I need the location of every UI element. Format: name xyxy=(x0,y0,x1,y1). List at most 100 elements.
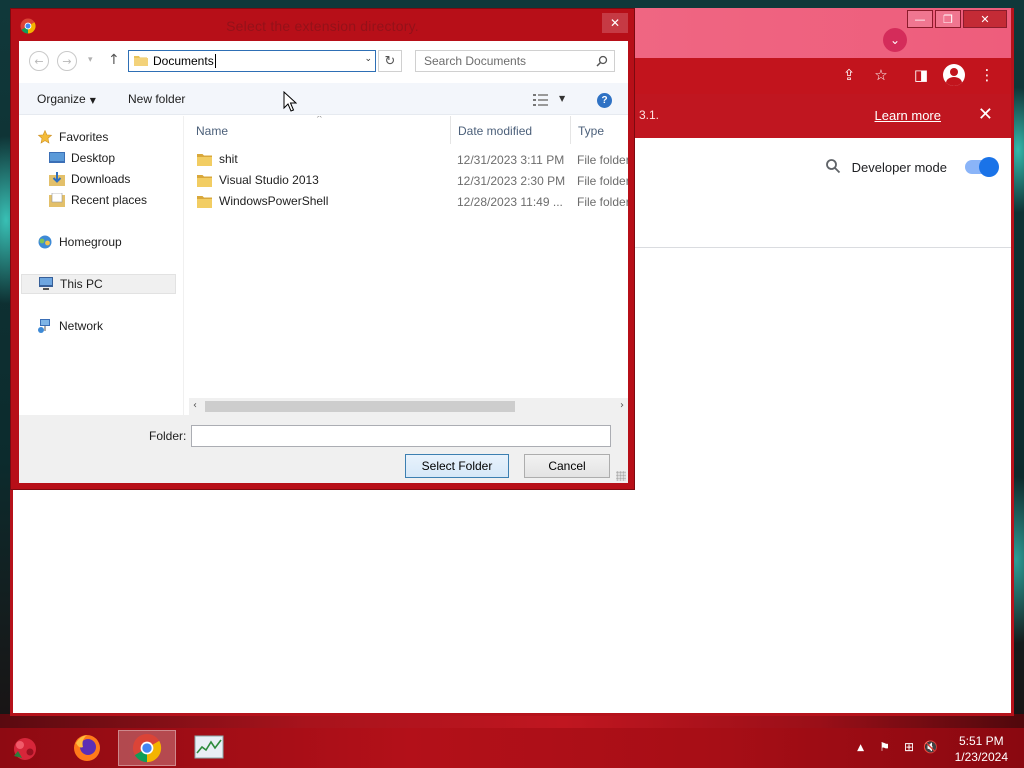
bookmark-star-icon[interactable]: ☆ xyxy=(871,66,891,84)
folder-icon xyxy=(197,153,212,166)
view-options-icon[interactable] xyxy=(533,94,549,106)
restore-button[interactable]: ❐ xyxy=(935,10,961,28)
firefox-icon xyxy=(74,735,100,761)
select-folder-button[interactable]: Select Folder xyxy=(405,454,509,478)
side-panel-icon[interactable]: ◨ xyxy=(911,66,931,84)
nav-item-desktop[interactable]: Desktop xyxy=(49,148,205,168)
select-folder-dialog: Select the extension directory. ✕ ← → ▾ … xyxy=(10,8,635,490)
volume-muted-icon[interactable]: 🔇 xyxy=(923,740,938,754)
up-arrow-icon[interactable]: ↑ xyxy=(108,52,120,68)
nav-item-homegroup[interactable]: Homegroup xyxy=(37,232,193,252)
minimize-button[interactable]: — xyxy=(907,10,933,28)
search-input[interactable]: Search Documents xyxy=(415,50,615,72)
profile-avatar-icon[interactable] xyxy=(943,64,965,86)
downloads-icon xyxy=(49,172,65,186)
infobar-text: 3.1. xyxy=(639,108,660,122)
back-arrow-icon[interactable]: ← xyxy=(29,51,49,71)
chrome-icon xyxy=(132,733,162,763)
nav-item-this-pc[interactable]: This PC xyxy=(21,274,176,294)
file-date: 12/28/2023 11:49 ... xyxy=(457,195,563,209)
file-type: File folder xyxy=(577,174,628,188)
table-row[interactable]: Visual Studio 2013 12/31/2023 2:30 PM Fi… xyxy=(189,170,628,191)
chevron-down-icon: ▼ xyxy=(89,96,96,105)
taskbar-firefox[interactable] xyxy=(58,730,116,766)
dialog-titlebar: Select the extension directory. ✕ xyxy=(11,9,634,39)
learn-more-link[interactable]: Learn more xyxy=(875,108,941,123)
flag-icon[interactable]: ⚑ xyxy=(879,740,890,754)
column-header-name[interactable]: Name ^ xyxy=(189,116,451,144)
developer-mode-toggle[interactable] xyxy=(965,157,999,177)
help-icon[interactable]: ? xyxy=(597,93,612,108)
folder-field-label: Folder: xyxy=(149,429,187,443)
nav-item-label: Homegroup xyxy=(59,235,122,249)
computer-icon xyxy=(39,277,53,290)
organize-label: Organize xyxy=(37,92,86,106)
file-name-cell: Visual Studio 2013 xyxy=(197,173,319,187)
scroll-right-icon[interactable]: › xyxy=(620,400,624,411)
share-icon[interactable]: ⇪ xyxy=(839,66,859,84)
taskbar: ▲ ⚑ ⊞ 🔇 5:51 PM 1/23/2024 xyxy=(0,728,1024,768)
nav-item-label: Favorites xyxy=(59,130,109,144)
scrollbar-thumb[interactable] xyxy=(205,401,515,412)
new-folder-button[interactable]: New folder xyxy=(128,92,185,106)
column-header-date-modified[interactable]: Date modified xyxy=(451,116,571,144)
dialog-close-button[interactable]: ✕ xyxy=(602,13,628,33)
navigation-row: ← → ▾ ↑ Documents ⌄ ↻ Search Documents xyxy=(19,41,628,83)
chevron-down-icon[interactable]: ▼ xyxy=(559,94,565,103)
column-header-label: Date modified xyxy=(458,124,533,138)
task-manager-icon xyxy=(194,735,224,759)
resize-grip-icon[interactable] xyxy=(616,471,626,481)
folder-icon xyxy=(197,195,212,208)
nav-item-label: Desktop xyxy=(71,151,116,165)
address-bar[interactable]: Documents ⌄ xyxy=(128,50,376,72)
recent-places-icon xyxy=(49,193,65,207)
search-icon[interactable] xyxy=(825,158,841,174)
text-caret xyxy=(214,54,216,68)
window-close-button[interactable]: ✕ xyxy=(963,10,1007,28)
refresh-icon[interactable]: ↻ xyxy=(378,50,402,72)
nav-item-downloads[interactable]: Downloads xyxy=(49,169,205,189)
command-bar: Organize ▼ New folder ▼ ? xyxy=(19,83,628,115)
recent-locations-dropdown-icon[interactable]: ▾ xyxy=(88,55,93,65)
horizontal-scrollbar[interactable]: ‹ › xyxy=(189,398,628,415)
taskbar-chrome[interactable] xyxy=(118,730,176,766)
dialog-footer: Folder: Select Folder Cancel xyxy=(19,415,628,483)
file-name: Visual Studio 2013 xyxy=(219,173,319,187)
nav-item-label: Recent places xyxy=(71,193,148,207)
cancel-button[interactable]: Cancel xyxy=(524,454,610,478)
tab-search-button[interactable]: ⌄ xyxy=(883,28,907,52)
nav-item-network[interactable]: Network xyxy=(37,316,193,336)
sort-arrow-icon: ^ xyxy=(316,116,323,123)
file-date: 12/31/2023 2:30 PM xyxy=(457,174,566,188)
column-header-type[interactable]: Type xyxy=(571,116,628,144)
nav-item-label: This PC xyxy=(60,277,103,291)
organize-button[interactable]: Organize ▼ xyxy=(37,92,96,106)
file-type: File folder xyxy=(577,153,628,167)
scroll-left-icon[interactable]: ‹ xyxy=(193,400,197,411)
table-row[interactable]: WindowsPowerShell 12/28/2023 11:49 ... F… xyxy=(189,191,628,212)
forward-arrow-icon[interactable]: → xyxy=(57,51,77,71)
dialog-body: ← → ▾ ↑ Documents ⌄ ↻ Search Documents O… xyxy=(19,41,628,483)
taskbar-task-manager[interactable] xyxy=(180,730,238,766)
network-tray-icon[interactable]: ⊞ xyxy=(904,740,914,754)
table-row[interactable]: shit 12/31/2023 3:11 PM File folder xyxy=(189,149,628,170)
show-hidden-icons-icon[interactable]: ▲ xyxy=(857,743,864,753)
chevron-down-icon[interactable]: ⌄ xyxy=(364,54,372,64)
more-menu-icon[interactable]: ⋮ xyxy=(977,66,997,84)
file-name: shit xyxy=(219,152,238,166)
address-path: Documents xyxy=(153,54,214,68)
pane-splitter[interactable] xyxy=(183,116,184,415)
column-header-label: Type xyxy=(578,124,605,138)
star-icon xyxy=(37,130,53,144)
nav-item-recent-places[interactable]: Recent places xyxy=(49,190,205,210)
mouse-pointer-icon xyxy=(283,91,297,112)
start-button-icon[interactable] xyxy=(8,732,42,764)
folder-name-field[interactable] xyxy=(191,425,611,447)
nav-item-favorites[interactable]: Favorites xyxy=(37,127,193,147)
navigation-pane: Favorites Desktop Downloads Recent place… xyxy=(19,116,183,415)
search-icon[interactable] xyxy=(596,55,608,67)
file-list: Name ^ Date modified Type shit 12/31/202… xyxy=(189,116,628,415)
infobar-close-icon[interactable]: ✕ xyxy=(978,104,993,125)
file-name: WindowsPowerShell xyxy=(219,194,329,208)
taskbar-clock[interactable]: 5:51 PM 1/23/2024 xyxy=(955,733,1008,765)
